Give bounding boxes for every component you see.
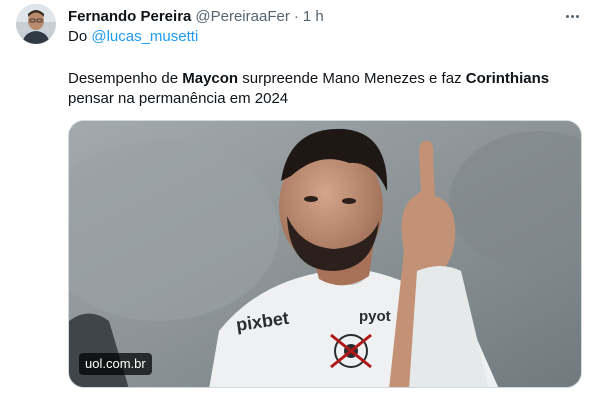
tweet-text-part: Desempenho de <box>68 70 183 87</box>
card-image: pixbet pyot <box>69 121 581 387</box>
header-separator: · <box>293 7 299 25</box>
tweet-text-bold: Corinthians <box>465 70 550 87</box>
author-handle[interactable]: @PereiraaFer <box>195 8 289 25</box>
avatar[interactable] <box>16 4 56 44</box>
tweet[interactable]: Fernando Pereira @PereiraaFer · 1 h Do @… <box>0 0 597 403</box>
mention-link[interactable]: @lucas_musetti <box>91 28 198 45</box>
more-options-button[interactable] <box>560 6 584 26</box>
avatar-image <box>16 4 56 44</box>
more-horizontal-icon <box>565 14 569 18</box>
reply-prefix: Do <box>68 28 92 45</box>
shirt-sponsor-right: pyot <box>359 308 391 325</box>
more-horizontal-icon <box>575 14 579 18</box>
tweet-text-part: surpreende Mano Menezes e faz <box>238 70 466 87</box>
author-name[interactable]: Fernando Pereira <box>68 8 191 25</box>
card-source-badge: uol.com.br <box>79 353 152 375</box>
reply-context: Do @lucas_musetti <box>68 28 198 45</box>
link-card[interactable]: pixbet pyot uol.com.br <box>68 120 582 388</box>
tweet-text-bold: Maycon <box>182 70 239 87</box>
more-horizontal-icon <box>570 14 574 18</box>
tweet-text: Desempenho de Maycon surpreende Mano Men… <box>68 69 568 109</box>
tweet-header: Fernando Pereira @PereiraaFer · 1 h <box>68 6 324 26</box>
tweet-timestamp[interactable]: 1 h <box>303 8 324 25</box>
tweet-text-part: pensar na permanência em 2024 <box>68 90 289 107</box>
